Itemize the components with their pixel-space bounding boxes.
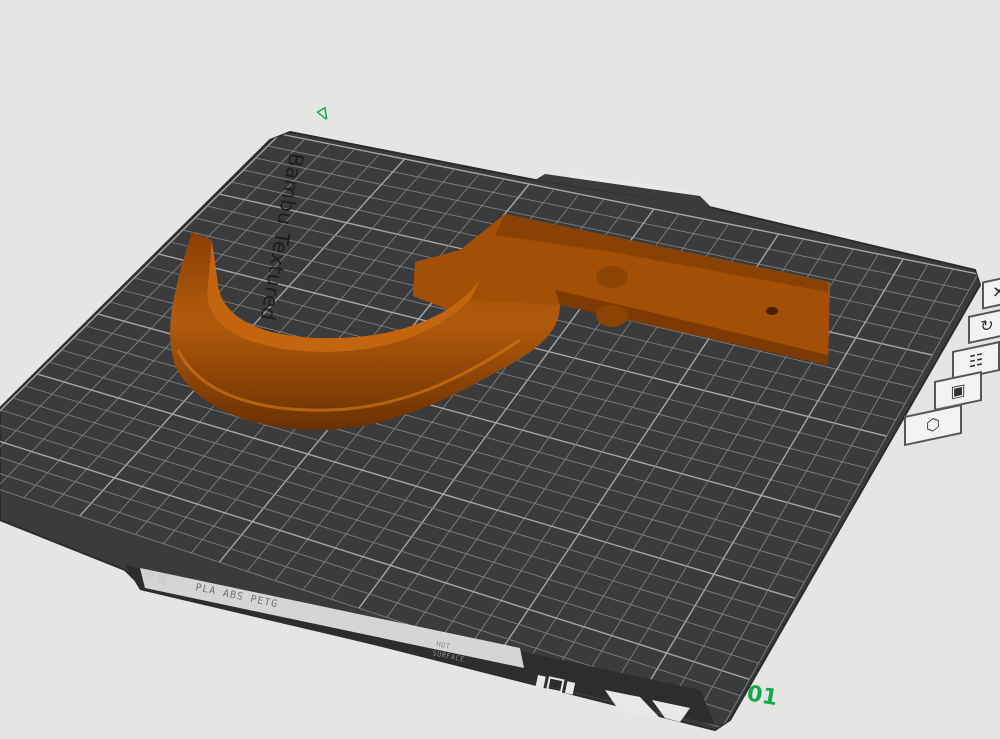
plate-corner-marker: ∇ — [314, 104, 334, 126]
lock-icon: ▣ — [950, 379, 966, 402]
model-boss-lower — [596, 305, 628, 327]
plate-toolbar-settings-button[interactable]: ⬡ — [904, 403, 962, 447]
plate-toolbar-auto-orient-button[interactable]: ↻ — [968, 307, 1000, 345]
model-boss-upper — [596, 266, 628, 288]
model-screw-hole — [766, 307, 778, 315]
settings-icon: ⬡ — [926, 413, 940, 436]
plate-toolbar: ✕ ↻ ☷ ▣ ⬡ — [900, 272, 1000, 447]
plate-toolbar-close-button[interactable]: ✕ — [982, 274, 1000, 310]
close-icon: ✕ — [992, 280, 1000, 303]
auto-orient-icon: ↻ — [980, 314, 994, 337]
build-plate: PLA ABS PETG HOT SURFACE Bambu Textured … — [0, 104, 982, 732]
3d-viewport[interactable]: PLA ABS PETG HOT SURFACE Bambu Textured … — [0, 0, 1000, 739]
plate-number: 01 — [745, 681, 780, 711]
arrange-icon: ☷ — [968, 349, 984, 372]
